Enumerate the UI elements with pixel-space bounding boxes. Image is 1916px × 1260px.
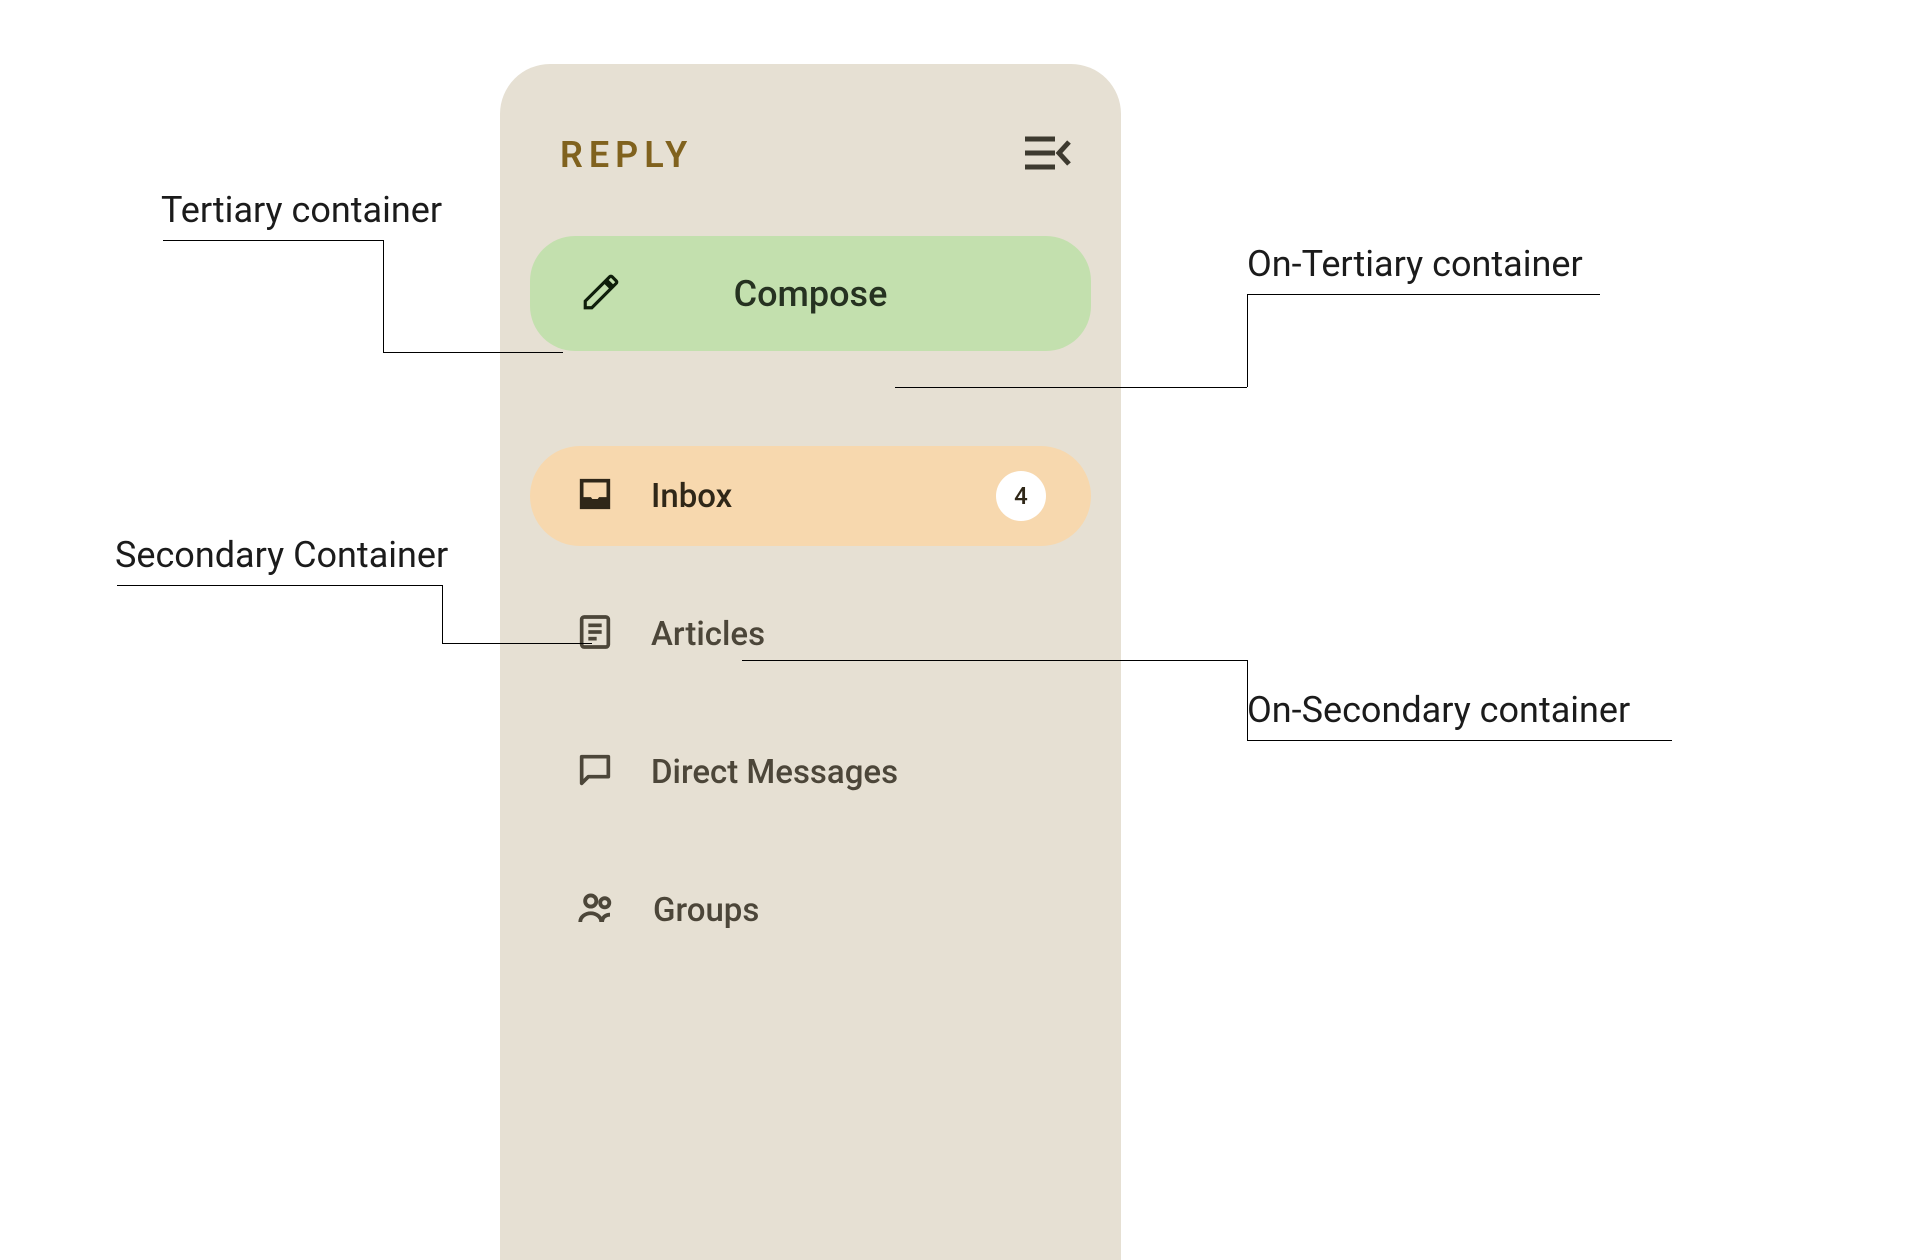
annotation-line — [383, 240, 384, 352]
nav-item-inbox[interactable]: Inbox 4 — [530, 446, 1091, 546]
annotation-line — [1247, 294, 1248, 387]
chat-icon — [575, 750, 615, 794]
annotation-line — [442, 643, 592, 644]
annotation-line — [383, 352, 563, 353]
compose-label: Compose — [734, 273, 888, 315]
drawer-header: REPLY — [500, 64, 1121, 176]
compose-button[interactable]: Compose — [530, 236, 1091, 351]
nav-item-articles[interactable]: Articles — [530, 584, 1091, 684]
annotation-line — [1247, 294, 1600, 295]
brand-label: REPLY — [560, 134, 693, 176]
annotation-line — [895, 387, 1247, 388]
nav-item-direct-messages[interactable]: Direct Messages — [530, 722, 1091, 822]
badge-count: 4 — [996, 471, 1046, 521]
nav-item-label: Direct Messages — [651, 753, 898, 792]
group-icon — [575, 887, 617, 933]
annotation-line — [1247, 660, 1248, 740]
annotation-tertiary: Tertiary container — [161, 189, 442, 231]
annotation-line — [742, 660, 1247, 661]
annotation-line — [163, 240, 383, 241]
nav-item-groups[interactable]: Groups — [530, 860, 1091, 960]
nav-item-label: Groups — [653, 891, 759, 930]
inbox-icon — [575, 474, 615, 518]
pencil-icon — [580, 271, 622, 317]
annotation-on-tertiary: On-Tertiary container — [1247, 243, 1583, 285]
nav-item-label: Inbox — [651, 477, 732, 516]
article-icon — [575, 612, 615, 656]
annotation-secondary: Secondary Container — [115, 534, 448, 576]
menu-close-icon[interactable] — [1025, 135, 1071, 175]
annotation-on-secondary: On-Secondary container — [1247, 689, 1630, 731]
annotation-line — [117, 585, 442, 586]
annotation-line — [442, 585, 443, 643]
navigation-drawer: REPLY Compose Inbox 4 — [500, 64, 1121, 1260]
annotation-line — [1247, 740, 1672, 741]
nav-item-label: Articles — [651, 615, 765, 654]
